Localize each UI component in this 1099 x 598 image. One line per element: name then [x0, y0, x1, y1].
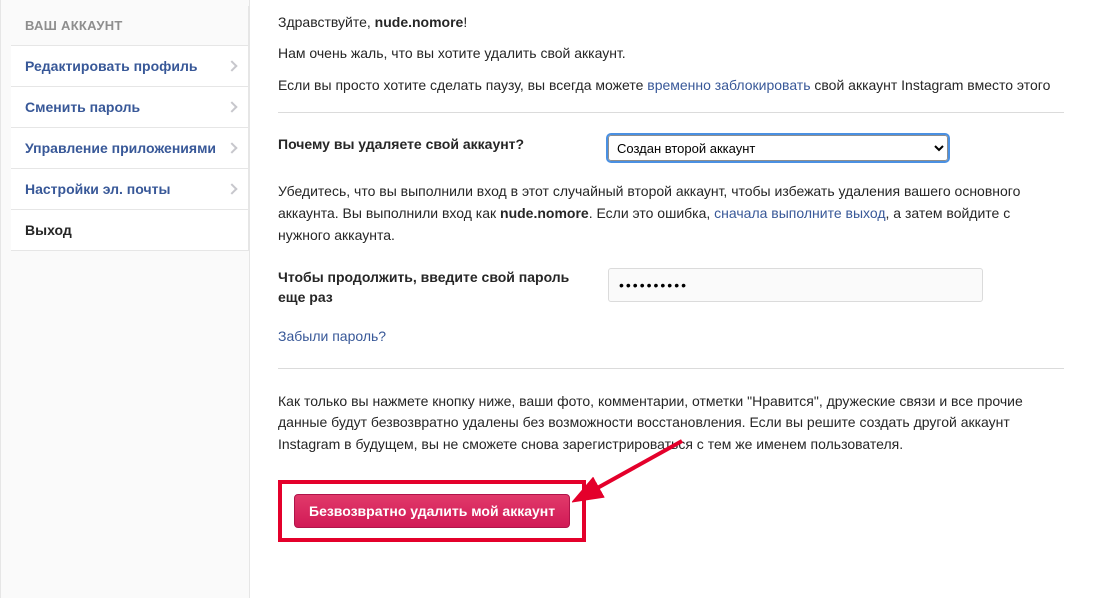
pause-before: Если вы просто хотите сделать паузу, вы … — [278, 77, 647, 93]
logout-first-link[interactable]: сначала выполните выход — [714, 205, 885, 221]
chevron-right-icon — [226, 60, 237, 71]
sidebar-item-manage-apps[interactable]: Управление приложениями — [11, 127, 248, 168]
main-content: Здравствуйте, nude.nomore! Нам очень жал… — [250, 0, 1099, 598]
reason-select[interactable]: Создан второй аккаунт — [608, 135, 948, 161]
reason-row: Почему вы удаляете свой аккаунт? Создан … — [278, 135, 1064, 161]
forgot-password-link[interactable]: Забыли пароль? — [278, 328, 386, 344]
warning-user: nude.nomore — [500, 205, 589, 221]
sidebar-item-label: Управление приложениями — [25, 140, 216, 156]
greeting-prefix: Здравствуйте, — [278, 14, 375, 30]
greeting: Здравствуйте, nude.nomore! — [278, 12, 1064, 33]
sidebar: ВАШ АККАУНТ Редактировать профиль Сменит… — [0, 0, 250, 598]
permanently-delete-button[interactable]: Безвозвратно удалить мой аккаунт — [294, 494, 570, 528]
sidebar-item-label: Редактировать профиль — [25, 58, 198, 74]
sidebar-header: ВАШ АККАУНТ — [11, 6, 248, 45]
sidebar-item-label: Выход — [25, 222, 72, 238]
sidebar-item-logout[interactable]: Выход — [11, 209, 248, 251]
sidebar-item-label: Сменить пароль — [25, 99, 140, 115]
temporary-block-link[interactable]: временно заблокировать — [647, 77, 810, 93]
divider — [278, 112, 1064, 113]
warning-p2: . Если это ошибка, — [589, 205, 714, 221]
sidebar-item-change-password[interactable]: Сменить пароль — [11, 86, 248, 127]
warning-text: Убедитесь, что вы выполнили вход в этот … — [278, 181, 1064, 246]
delete-highlight-box: Безвозвратно удалить мой аккаунт — [278, 480, 586, 542]
pause-after: свой аккаунт Instagram вместо этого — [811, 77, 1051, 93]
chevron-right-icon — [226, 101, 237, 112]
sidebar-item-edit-profile[interactable]: Редактировать профиль — [11, 45, 248, 86]
forgot-wrap: Забыли пароль? — [278, 328, 1064, 344]
chevron-right-icon — [226, 142, 237, 153]
consequence-text: Как только вы нажмете кнопку ниже, ваши … — [278, 391, 1064, 456]
password-row: Чтобы продолжить, введите свой пароль ещ… — [278, 268, 1064, 307]
divider — [278, 368, 1064, 369]
pause-text: Если вы просто хотите сделать паузу, вы … — [278, 74, 1064, 96]
password-label: Чтобы продолжить, введите свой пароль ещ… — [278, 268, 588, 307]
sidebar-item-email-settings[interactable]: Настройки эл. почты — [11, 168, 248, 209]
chevron-right-icon — [226, 183, 237, 194]
sorry-text: Нам очень жаль, что вы хотите удалить св… — [278, 43, 1064, 64]
username: nude.nomore — [375, 14, 464, 30]
password-input[interactable] — [608, 268, 983, 302]
greeting-suffix: ! — [463, 14, 467, 30]
sidebar-item-label: Настройки эл. почты — [25, 181, 170, 197]
reason-label: Почему вы удаляете свой аккаунт? — [278, 135, 588, 155]
